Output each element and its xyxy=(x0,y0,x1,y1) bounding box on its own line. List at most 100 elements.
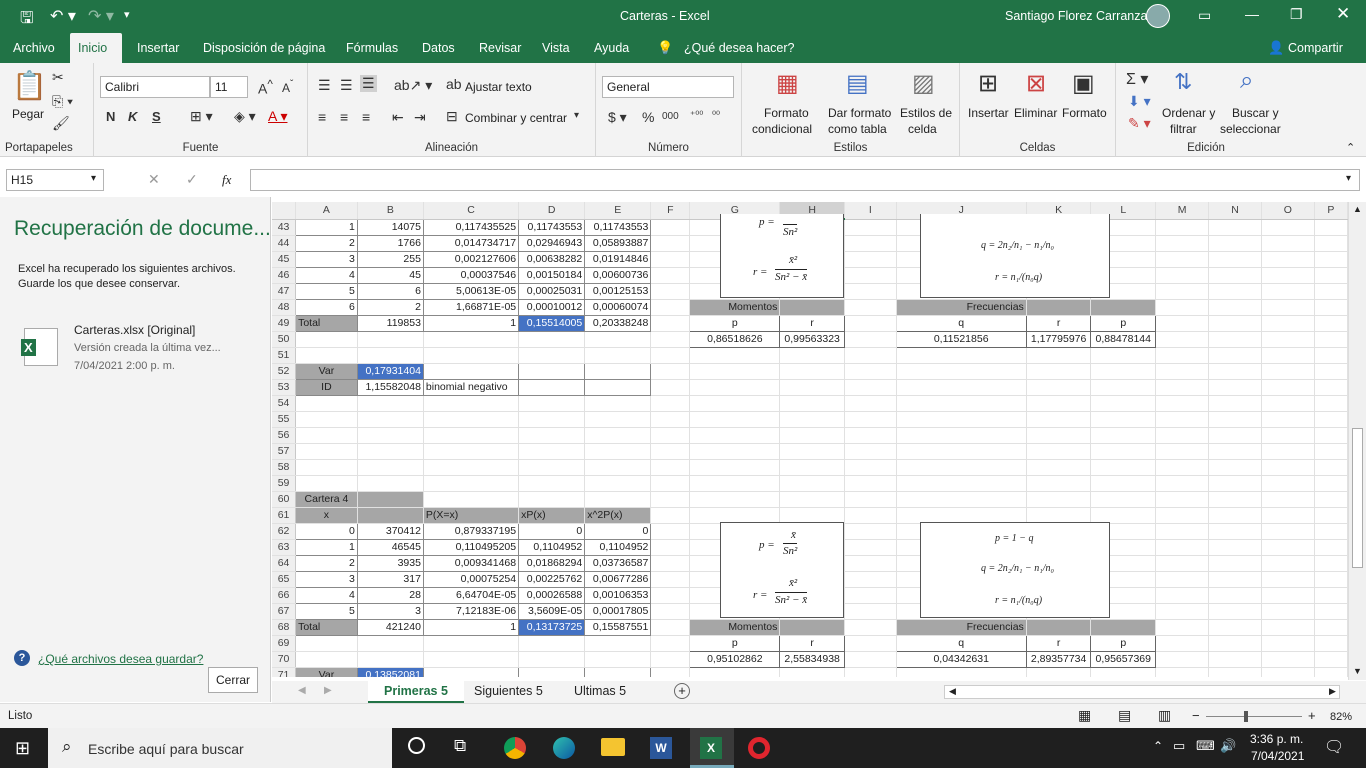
cell-m71[interactable] xyxy=(1155,667,1210,677)
cell-p54[interactable] xyxy=(1314,395,1348,412)
cell-c71[interactable] xyxy=(422,666,520,677)
table-format-label-2[interactable]: como tabla xyxy=(828,122,887,136)
cell-e57[interactable] xyxy=(584,443,652,460)
cell-a54[interactable] xyxy=(295,395,358,412)
sheet-tab-siguientes[interactable]: Siguientes 5 xyxy=(474,681,543,703)
tab-archivo[interactable]: Archivo xyxy=(5,33,63,63)
cell-d67[interactable]: 3,5609E-05 xyxy=(518,602,586,620)
increase-decimal-icon[interactable]: ⁺⁰⁰ xyxy=(690,110,703,121)
cell-a55[interactable] xyxy=(295,411,358,428)
row-header[interactable]: 47 xyxy=(272,283,297,300)
cell-o47[interactable] xyxy=(1261,283,1315,300)
row-header[interactable]: 65 xyxy=(272,571,297,588)
language-icon[interactable]: ⌨ xyxy=(1196,738,1215,754)
cell-n64[interactable] xyxy=(1208,555,1262,572)
worksheet-grid[interactable]: A B C D E F G H I J K L M N O P 43 1 14075 0,117435525 0,117… xyxy=(272,202,1348,677)
ribbon-display-icon[interactable]: ▭ xyxy=(1198,7,1211,24)
row-header[interactable]: 69 xyxy=(272,635,297,652)
row-header[interactable]: 63 xyxy=(272,539,297,556)
cell-o46[interactable] xyxy=(1261,267,1315,284)
cell-styles-icon[interactable]: ▨ xyxy=(912,69,935,98)
cell-f65[interactable] xyxy=(650,571,691,588)
increase-indent-icon[interactable]: ⇥ xyxy=(414,109,426,126)
cell-d71[interactable] xyxy=(518,666,586,677)
cell-o60[interactable] xyxy=(1261,491,1315,508)
cell-i68[interactable] xyxy=(844,619,897,636)
insert-function-icon[interactable]: fx xyxy=(222,172,231,188)
cell-g68[interactable]: Momentos xyxy=(689,619,781,636)
cell-e71[interactable] xyxy=(584,666,652,677)
align-left-icon[interactable]: ≡ xyxy=(318,109,326,125)
find-select-label-1[interactable]: Buscar y xyxy=(1232,106,1279,120)
cell-b58[interactable] xyxy=(357,459,424,476)
cell-j54[interactable] xyxy=(896,395,1027,412)
cell-a66[interactable]: 4 xyxy=(295,586,358,604)
cell-i57[interactable] xyxy=(844,443,897,460)
cell-m59[interactable] xyxy=(1155,475,1210,492)
scroll-left-icon[interactable]: ◀ xyxy=(949,686,956,697)
prev-sheet-icon[interactable]: ◀ xyxy=(298,685,306,696)
cell-a63[interactable]: 1 xyxy=(295,538,358,556)
merge-dropdown-icon[interactable]: ▾ xyxy=(574,110,579,121)
cell-j51[interactable] xyxy=(896,347,1027,364)
network-icon[interactable]: ▭ xyxy=(1173,738,1185,754)
cell-e56[interactable] xyxy=(584,427,652,444)
cell-l51[interactable] xyxy=(1090,347,1157,364)
select-all-corner[interactable] xyxy=(272,202,297,220)
cell-o48[interactable] xyxy=(1261,299,1315,316)
tab-datos[interactable]: Datos xyxy=(414,33,463,63)
cell-p46[interactable] xyxy=(1314,267,1348,284)
cell-a57[interactable] xyxy=(295,443,358,460)
cell-d57[interactable] xyxy=(518,443,586,460)
cell-k60[interactable] xyxy=(1026,491,1092,508)
cell-b66[interactable]: 28 xyxy=(356,586,424,604)
cell-o66[interactable] xyxy=(1261,587,1315,604)
cell-m58[interactable] xyxy=(1155,459,1210,476)
cell-f67[interactable] xyxy=(650,603,691,620)
cell-p68[interactable] xyxy=(1314,619,1348,636)
cell-b53[interactable]: 1,15582048 xyxy=(356,378,424,396)
cell-g50[interactable]: 0,86518626 xyxy=(689,330,781,348)
row-header[interactable]: 57 xyxy=(272,443,297,460)
merge-icon[interactable]: ⊟ xyxy=(446,108,458,125)
cell-d55[interactable] xyxy=(518,411,586,428)
avatar[interactable] xyxy=(1146,4,1170,28)
increase-font-icon[interactable]: A^ xyxy=(258,78,273,97)
cell-o64[interactable] xyxy=(1261,555,1315,572)
cell-e43[interactable]: 0,11743553 xyxy=(584,218,652,236)
cell-d47[interactable]: 0,00025031 xyxy=(518,282,586,300)
cell-k55[interactable] xyxy=(1026,411,1092,428)
cell-a59[interactable] xyxy=(295,475,358,492)
cell-m54[interactable] xyxy=(1155,395,1210,412)
row-header[interactable]: 52 xyxy=(272,363,297,380)
cell-j68[interactable]: Frecuencias xyxy=(896,619,1027,636)
cell-p65[interactable] xyxy=(1314,571,1348,588)
cell-m55[interactable] xyxy=(1155,411,1210,428)
formula-input[interactable] xyxy=(250,169,1360,191)
cell-i58[interactable] xyxy=(844,459,897,476)
cell-b68[interactable]: 421240 xyxy=(356,618,424,636)
cell-j60[interactable] xyxy=(896,491,1027,508)
cell-a60[interactable]: Cartera 4 xyxy=(295,491,358,508)
insert-cells-button[interactable]: Insertar xyxy=(968,106,1009,120)
paste-button[interactable]: Pegar xyxy=(12,107,44,121)
row-header[interactable]: 60 xyxy=(272,491,297,508)
cell-j50[interactable]: 0,11521856 xyxy=(895,330,1027,348)
cell-n51[interactable] xyxy=(1208,347,1262,364)
cell-e51[interactable] xyxy=(584,347,652,364)
sheet-tab-ultimas[interactable]: Ultimas 5 xyxy=(574,681,626,703)
cell-g56[interactable] xyxy=(689,427,781,444)
cell-f46[interactable] xyxy=(650,267,691,284)
cell-j70[interactable]: 0,04342631 xyxy=(895,650,1027,668)
excel-taskbar-button[interactable]: X xyxy=(690,728,734,768)
format-painter-icon[interactable]: 🖌 xyxy=(52,115,70,132)
row-header[interactable]: 61 xyxy=(272,507,297,524)
cell-i67[interactable] xyxy=(844,603,897,620)
cell-e53[interactable] xyxy=(584,378,652,396)
cell-o51[interactable] xyxy=(1261,347,1315,364)
row-header[interactable]: 53 xyxy=(272,379,297,396)
copy-icon[interactable]: ⎘ ▾ xyxy=(52,93,73,110)
cell-i45[interactable] xyxy=(844,251,897,268)
cell-p45[interactable] xyxy=(1314,251,1348,268)
cell-i50[interactable] xyxy=(844,331,897,348)
